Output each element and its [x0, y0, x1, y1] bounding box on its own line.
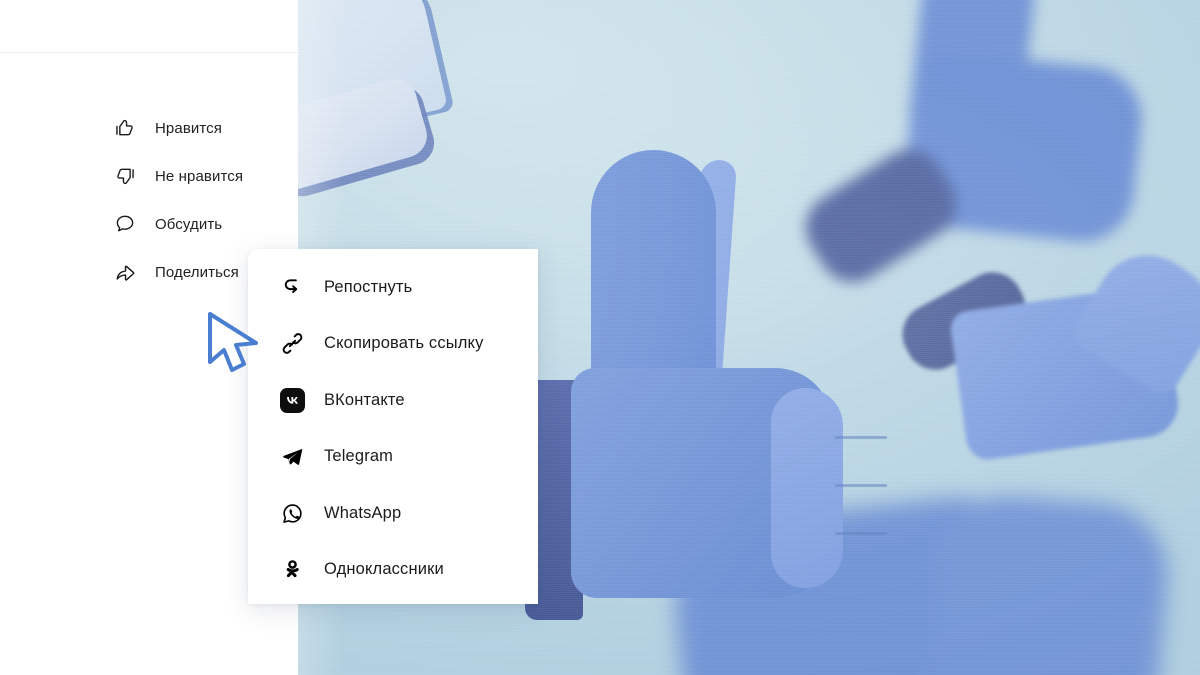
whatsapp-icon — [278, 499, 306, 527]
action-like[interactable]: Нравится — [112, 104, 302, 152]
share-option-copy-link-label: Скопировать ссылку — [324, 334, 484, 353]
share-arrow-icon — [112, 259, 138, 285]
share-option-telegram[interactable]: Telegram — [248, 429, 538, 486]
thumbs-up-icon — [112, 115, 138, 141]
share-dropdown-menu: Репостнуть Скопировать ссылку ВКонтакте … — [248, 249, 538, 604]
link-chain-icon — [278, 330, 306, 358]
share-option-vkontakte[interactable]: ВКонтакте — [248, 372, 538, 429]
repost-icon — [278, 273, 306, 301]
action-discuss[interactable]: Обсудить — [112, 200, 302, 248]
share-option-odnoklassniki[interactable]: Одноклассники — [248, 542, 538, 599]
share-option-whatsapp[interactable]: WhatsApp — [248, 485, 538, 542]
action-dislike[interactable]: Не нравится — [112, 152, 302, 200]
vk-badge — [279, 387, 305, 413]
thumb-shape-right — [891, 235, 1200, 468]
odnoklassniki-icon — [278, 556, 306, 584]
vk-icon — [278, 386, 306, 414]
share-option-repost-label: Репостнуть — [324, 277, 413, 296]
thumb-shape-center — [525, 150, 893, 620]
action-like-label: Нравится — [155, 119, 222, 137]
share-option-repost[interactable]: Репостнуть — [248, 259, 538, 316]
share-option-copy-link[interactable]: Скопировать ссылку — [248, 316, 538, 373]
share-option-whatsapp-label: WhatsApp — [324, 503, 402, 522]
telegram-icon — [278, 443, 306, 471]
screen-root: Нравится Не нравится Обсудить Поделиться… — [0, 0, 1200, 675]
comment-bubble-icon — [112, 211, 138, 237]
share-option-odnoklassniki-label: Одноклассники — [324, 560, 444, 579]
share-option-telegram-label: Telegram — [324, 447, 394, 466]
share-option-vkontakte-label: ВКонтакте — [324, 390, 405, 409]
action-dislike-label: Не нравится — [155, 167, 244, 185]
header-divider — [0, 52, 298, 53]
action-discuss-label: Обсудить — [155, 215, 223, 233]
action-share-label: Поделиться — [155, 263, 239, 281]
thumbs-down-icon — [112, 163, 138, 189]
